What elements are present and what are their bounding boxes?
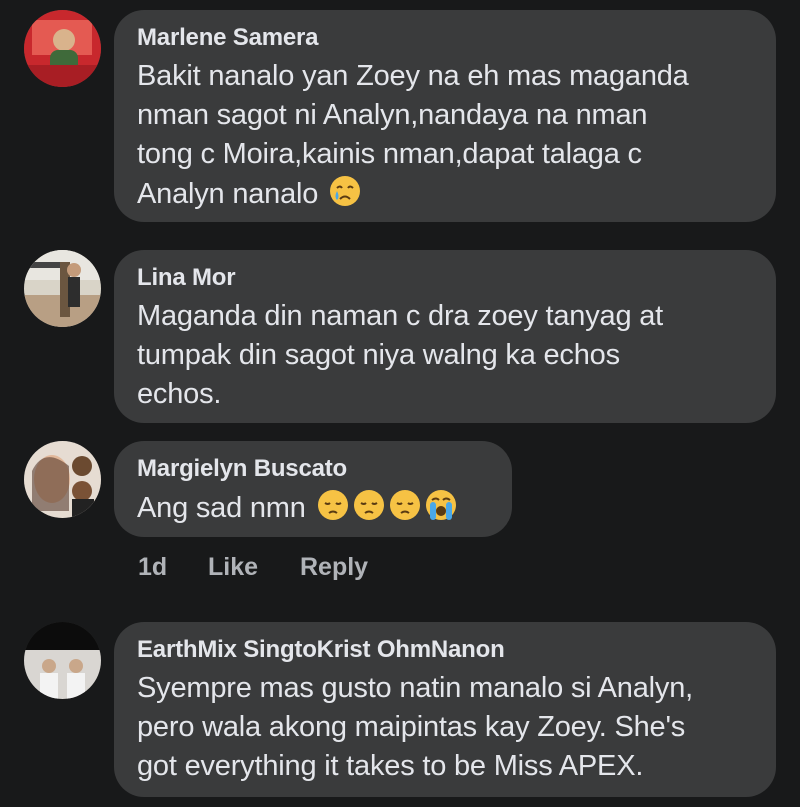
pensive-face-emoji xyxy=(388,488,422,522)
comment-author[interactable]: Margielyn Buscato xyxy=(137,454,490,484)
reply-button[interactable]: Reply xyxy=(300,553,368,582)
comment-author[interactable]: EarthMix SingtoKrist OhmNanon xyxy=(137,635,754,665)
avatar[interactable] xyxy=(24,250,101,327)
comment-bubble: EarthMix SingtoKrist OhmNanon Syempre ma… xyxy=(114,622,776,797)
like-button[interactable]: Like xyxy=(208,553,300,582)
comment-text: Bakit nanalo yan Zoey na eh mas maganda … xyxy=(137,60,689,210)
comment-text: Ang sad nmn xyxy=(137,488,490,528)
avatar[interactable] xyxy=(24,622,101,699)
comment-bubble: Margielyn Buscato Ang sad nmn xyxy=(114,441,512,537)
loudly-crying-face-emoji xyxy=(424,488,458,522)
comment-timestamp[interactable]: 1d xyxy=(138,553,208,582)
comment-actions: 1d Like Reply xyxy=(138,553,368,582)
pensive-face-emoji xyxy=(352,488,386,522)
comment-text: Maganda din naman c dra zoey tanyag at t… xyxy=(137,300,664,410)
comment-author[interactable]: Lina Mor xyxy=(137,263,754,293)
comment-author[interactable]: Marlene Samera xyxy=(137,23,754,53)
comment-bubble: Lina Mor Maganda din naman c dra zoey ta… xyxy=(114,250,776,423)
avatar[interactable] xyxy=(24,441,101,518)
pensive-face-emoji xyxy=(316,488,350,522)
comment-bubble: Marlene Samera Bakit nanalo yan Zoey na … xyxy=(114,10,776,222)
comment-text: Syempre mas gusto natin manalo si Analyn… xyxy=(137,672,693,782)
avatar[interactable] xyxy=(24,10,101,87)
crying-face-emoji xyxy=(328,174,362,208)
